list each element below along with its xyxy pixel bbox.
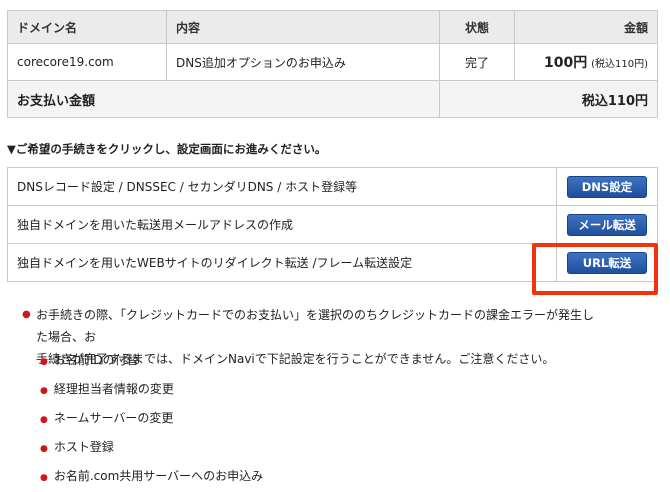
order-amount: 100円 (税込110円) bbox=[514, 43, 658, 81]
dns-settings-button[interactable]: DNS設定 bbox=[567, 175, 647, 198]
bullet-icon: ● bbox=[40, 415, 48, 425]
notice-line-1: お手続きの際、「クレジットカードでのお支払い」を選択ののちクレジットカードの課金… bbox=[36, 308, 595, 344]
total-value: 税込110円 bbox=[439, 80, 658, 118]
total-row: お支払い金額 税込110円 bbox=[7, 80, 658, 118]
bullet-icon: ● bbox=[40, 386, 48, 396]
url-forward-button[interactable]: URL転送 bbox=[567, 251, 647, 274]
mail-forward-button[interactable]: メール転送 bbox=[567, 213, 647, 236]
header-domain: ドメイン名 bbox=[7, 10, 167, 44]
notice-item: ● 経理担当者情報の変更 bbox=[40, 382, 174, 396]
bullet-icon: ● bbox=[40, 357, 48, 367]
bullet-icon: ● bbox=[22, 309, 31, 320]
order-status: 完了 bbox=[439, 43, 515, 81]
amount-sub: (税込110円) bbox=[591, 59, 648, 70]
notice-item: ● ネームサーバーの変更 bbox=[40, 411, 174, 425]
guide-text: ▼ご希望の手続きをクリックし、設定画面にお進みください。 bbox=[7, 142, 327, 156]
order-domain: corecore19.com bbox=[7, 43, 167, 81]
order-content: DNS追加オプションのお申込み bbox=[166, 43, 440, 81]
procedure-label: DNSレコード設定 / DNSSEC / セカンダリDNS / ホスト登録等 bbox=[7, 167, 557, 206]
amount-main: 100円 bbox=[544, 55, 588, 71]
order-table: ドメイン名 内容 状態 金額 corecore19.com DNS追加オプション… bbox=[7, 10, 658, 118]
total-label: お支払い金額 bbox=[7, 80, 440, 118]
order-row: corecore19.com DNS追加オプションのお申込み 完了 100円 (… bbox=[7, 43, 658, 81]
procedure-row-dns: DNSレコード設定 / DNSSEC / セカンダリDNS / ホスト登録等 D… bbox=[7, 167, 658, 206]
header-status: 状態 bbox=[439, 10, 515, 44]
bullet-icon: ● bbox=[40, 473, 48, 483]
header-content: 内容 bbox=[166, 10, 440, 44]
notice-item: ● お名前.com共用サーバーへのお申込み bbox=[40, 469, 264, 483]
order-header-row: ドメイン名 内容 状態 金額 bbox=[7, 10, 658, 44]
procedure-row-url: 独自ドメインを用いたWEBサイトのリダイレクト転送 /フレーム転送設定 URL転… bbox=[7, 243, 658, 282]
notice-item: ● ホスト登録 bbox=[40, 440, 114, 454]
procedure-table: DNSレコード設定 / DNSSEC / セカンダリDNS / ホスト登録等 D… bbox=[7, 167, 658, 282]
bullet-icon: ● bbox=[40, 444, 48, 454]
procedure-row-mail: 独自ドメインを用いた転送用メールアドレスの作成 メール転送 bbox=[7, 205, 658, 244]
procedure-label: 独自ドメインを用いた転送用メールアドレスの作成 bbox=[7, 205, 557, 244]
header-amount: 金額 bbox=[514, 10, 658, 44]
notice-item: ● お名前IDの付替 bbox=[40, 353, 139, 367]
procedure-label: 独自ドメインを用いたWEBサイトのリダイレクト転送 /フレーム転送設定 bbox=[7, 243, 557, 282]
